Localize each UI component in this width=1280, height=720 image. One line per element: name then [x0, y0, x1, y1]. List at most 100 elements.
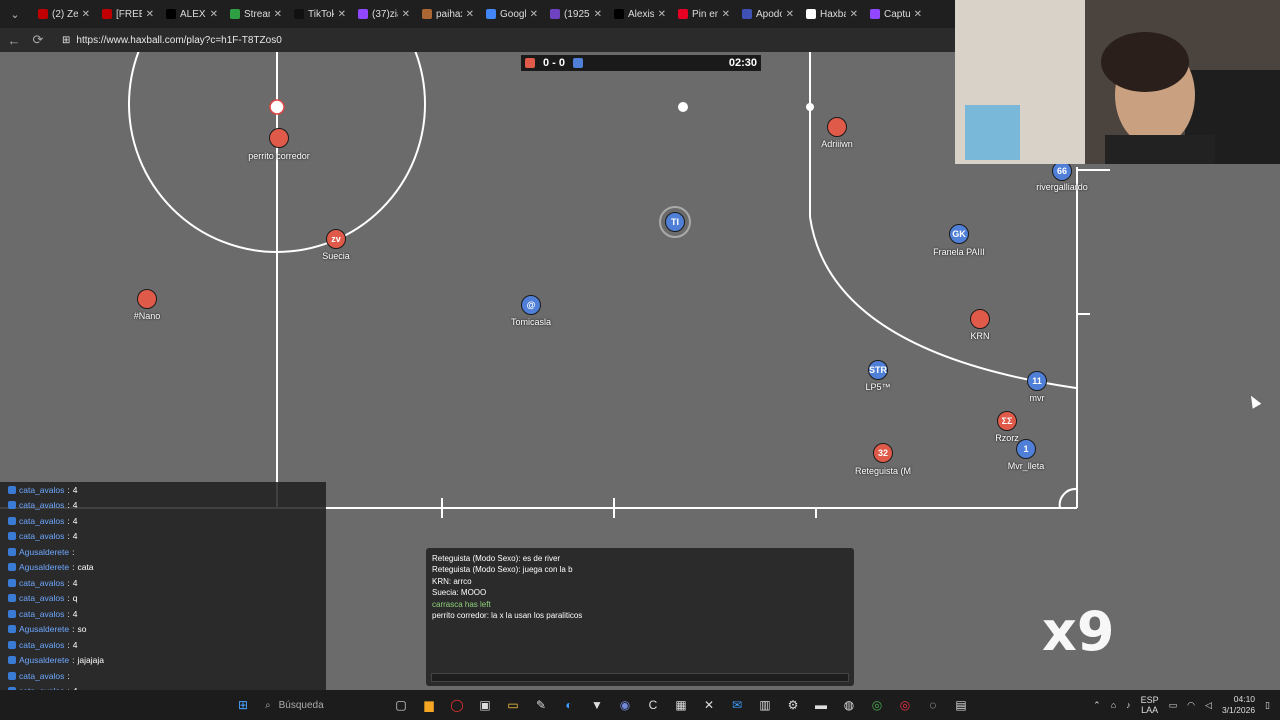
tab-close-icon[interactable]: ✕ — [530, 9, 538, 20]
browser-tab[interactable]: Stream ✕ — [224, 2, 288, 26]
chat-colon: : — [67, 639, 70, 650]
tab-close-icon[interactable]: ✕ — [914, 9, 922, 20]
chat-line: Agusalderete : cata — [0, 560, 326, 576]
player-name: Mvr_lleta — [1007, 461, 1045, 471]
tab-label: Alexisp — [628, 8, 654, 20]
center-marker — [269, 99, 285, 115]
browser-tab[interactable]: [FREE] ✕ — [96, 2, 160, 26]
chat-line: Agusalderete : jajajaja — [0, 653, 326, 669]
chat-username: cata_avalos — [19, 500, 65, 511]
globe-icon[interactable]: ◍ — [838, 694, 860, 716]
browser-tab[interactable]: TikTok ✕ — [288, 2, 352, 26]
browser-tab[interactable]: (37)zian ✕ — [352, 2, 416, 26]
player-disc: 32 — [873, 443, 893, 463]
chat-username: cata_avalos — [19, 515, 65, 526]
tab-close-icon[interactable]: ✕ — [274, 9, 282, 20]
tab-close-icon[interactable]: ✕ — [146, 9, 154, 20]
webcam-image — [955, 0, 1280, 164]
match-timer: 02:30 — [728, 57, 757, 69]
notifications-icon[interactable]: ▯ — [1265, 700, 1270, 711]
browser-tab[interactable]: ALEXIS ✕ — [160, 2, 224, 26]
edge-icon[interactable]: ◐ — [558, 694, 580, 716]
chat-line: cata_avalos : 4 — [0, 513, 326, 529]
tab-close-icon[interactable]: ✕ — [210, 9, 218, 20]
tab-label: Google — [500, 8, 526, 20]
folder-icon[interactable]: ▭ — [502, 694, 524, 716]
pen-icon[interactable]: ✎ — [530, 694, 552, 716]
chat-colon: : — [72, 546, 75, 557]
mail-icon[interactable]: ✉ — [726, 694, 748, 716]
file-explorer-icon[interactable]: ▆ — [418, 694, 440, 716]
browser-tab[interactable]: (19253) ✕ — [544, 2, 608, 26]
player-disc: 66 — [1052, 161, 1072, 181]
mic-icon[interactable]: ♪ — [1126, 700, 1131, 710]
tab-favicon-icon — [678, 9, 688, 19]
chat-username: Agusalderete — [19, 624, 70, 635]
store-icon[interactable]: ▣ — [474, 694, 496, 716]
app-icon-1[interactable]: ▥ — [754, 694, 776, 716]
settings-icon[interactable]: ⚙ — [782, 694, 804, 716]
browser-tab[interactable]: Google ✕ — [480, 2, 544, 26]
tab-close-icon[interactable]: ✕ — [658, 9, 666, 20]
tab-favicon-icon — [550, 9, 560, 19]
obs-icon[interactable]: ◌ — [922, 694, 944, 716]
tool-icon[interactable]: ✕ — [698, 694, 720, 716]
chat-badge-icon — [8, 501, 16, 510]
tab-label: Stream — [244, 8, 270, 20]
chat-badge-icon — [8, 563, 16, 572]
grid-app-icon[interactable]: ▦ — [670, 694, 692, 716]
tab-favicon-icon — [742, 9, 752, 19]
network-icon[interactable]: ⌂ — [1111, 700, 1116, 710]
browser-tab[interactable]: Pin en ✕ — [672, 2, 736, 26]
clock[interactable]: 04:10 3/1/2026 — [1222, 694, 1255, 716]
browser-tab[interactable]: (2) Zeli ✕ — [32, 2, 96, 26]
vpn-icon[interactable]: ▼ — [586, 694, 608, 716]
volume-icon[interactable]: ◁ — [1205, 700, 1212, 711]
browser-tab[interactable]: Alexisp ✕ — [608, 2, 672, 26]
chat-input[interactable] — [431, 673, 849, 682]
reload-icon[interactable]: ⟳ — [30, 32, 46, 48]
capcut-icon[interactable]: C — [642, 694, 664, 716]
browser-tab[interactable]: Haxball ✕ — [800, 2, 864, 26]
wifi-icon[interactable]: ◠ — [1187, 700, 1195, 711]
calculator-icon[interactable]: ▤ — [950, 694, 972, 716]
task-view-icon[interactable]: ▢ — [390, 694, 412, 716]
search-icon: ⌕ — [265, 699, 271, 711]
player-name: Reteguista (M — [854, 466, 912, 476]
taskbar-search[interactable]: ⌕ Búsqueda — [257, 694, 387, 716]
browser-tab[interactable]: Captura ✕ — [864, 2, 928, 26]
tab-close-icon[interactable]: ✕ — [594, 9, 602, 20]
ball — [678, 102, 688, 112]
terminal-icon[interactable]: ▬ — [810, 694, 832, 716]
tab-label: ALEXIS — [180, 8, 206, 20]
back-icon[interactable]: ← — [6, 33, 22, 48]
windows-start-icon[interactable]: ⊞ — [232, 694, 254, 716]
tab-close-icon[interactable]: ✕ — [786, 9, 794, 20]
display-icon[interactable]: ▭ — [1169, 700, 1178, 711]
opera-icon[interactable]: ◯ — [446, 694, 468, 716]
language-indicator[interactable]: ESP LAA — [1141, 695, 1159, 715]
tab-list-icon[interactable]: ⌄ — [4, 3, 26, 25]
chat-username: cata_avalos — [19, 639, 65, 650]
chrome-icon[interactable]: ◎ — [866, 694, 888, 716]
player-disc — [970, 309, 990, 329]
post-dot — [806, 103, 814, 111]
chrome-alt-icon[interactable]: ◎ — [894, 694, 916, 716]
browser-tab[interactable]: paihax ✕ — [416, 2, 480, 26]
tab-close-icon[interactable]: ✕ — [338, 9, 346, 20]
tab-close-icon[interactable]: ✕ — [466, 9, 474, 20]
discord-icon[interactable]: ◉ — [614, 694, 636, 716]
tab-label: (37)zian — [372, 8, 398, 20]
site-info-icon[interactable]: ⊞ — [62, 35, 70, 46]
tab-close-icon[interactable]: ✕ — [850, 9, 858, 20]
chat-line: Agusalderete : — [0, 544, 326, 560]
tray-chevron-icon[interactable]: ⌃ — [1093, 700, 1101, 711]
browser-tab[interactable]: Apodos ✕ — [736, 2, 800, 26]
chat-colon: : — [67, 593, 70, 604]
url-field[interactable]: ⊞ https://www.haxball.com/play?c=h1F-T8T… — [54, 31, 290, 49]
tab-favicon-icon — [422, 9, 432, 19]
tab-close-icon[interactable]: ✕ — [722, 9, 730, 20]
tab-close-icon[interactable]: ✕ — [402, 9, 410, 20]
tab-close-icon[interactable]: ✕ — [82, 9, 90, 20]
system-tray: ⌃ ⌂ ♪ ESP LAA ▭ ◠ ◁ 04:10 3/1/2026 ▯ — [1093, 690, 1270, 720]
